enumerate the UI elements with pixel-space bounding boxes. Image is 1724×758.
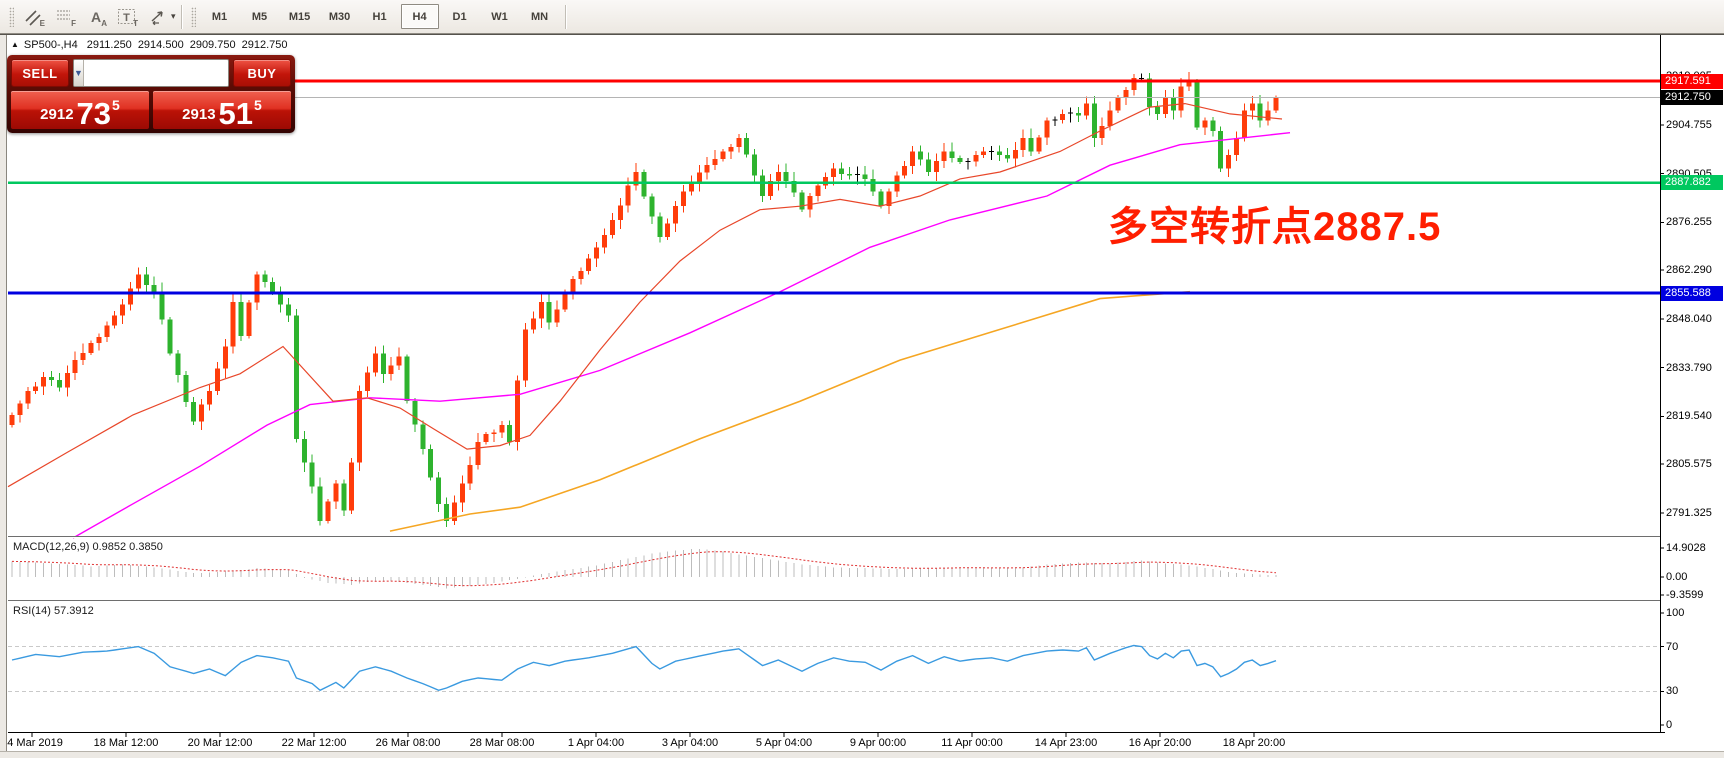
price-axis-label: 2819.540 bbox=[1666, 410, 1712, 422]
time-axis-label: 22 Mar 12:00 bbox=[282, 737, 347, 749]
macd-indicator-label: MACD(12,26,9) 0.9852 0.3850 bbox=[13, 541, 163, 553]
time-axis-label: 9 Apr 00:00 bbox=[850, 737, 906, 749]
volume-decrease-button[interactable]: ▼ bbox=[74, 60, 84, 86]
buy-price-sup: 5 bbox=[254, 97, 262, 113]
price-tag: 2887.882 bbox=[1661, 175, 1723, 190]
window-bottom-edge bbox=[0, 751, 1724, 758]
buy-price-prefix: 2913 bbox=[182, 106, 215, 123]
chart-annotation-text: 多空转折点2887.5 bbox=[1108, 194, 1441, 252]
symbol-period-label: SP500-,H4 bbox=[24, 39, 78, 51]
macd-scale-label: 0.00 bbox=[1666, 571, 1687, 583]
fibonacci-tool-icon[interactable]: F bbox=[50, 3, 79, 30]
time-axis-label: 28 Mar 08:00 bbox=[470, 737, 535, 749]
price-axis-label: 2904.755 bbox=[1666, 119, 1712, 131]
chart-ohlc-header: ▲ SP500-,H4 2911.250 2914.500 2909.750 2912.7… bbox=[11, 39, 293, 51]
close-value: 2912.750 bbox=[242, 39, 288, 51]
toolbar-separator bbox=[565, 5, 566, 29]
price-axis-label: 2876.255 bbox=[1666, 216, 1712, 228]
time-axis-label: 20 Mar 12:00 bbox=[188, 737, 253, 749]
time-axis-label: 18 Mar 12:00 bbox=[94, 737, 159, 749]
timeframe-button-m30[interactable]: M30 bbox=[321, 4, 359, 29]
label-tool-icon[interactable]: TT bbox=[112, 3, 141, 30]
time-axis-label: 1 Apr 04:00 bbox=[568, 737, 624, 749]
macd-scale-label: 14.9028 bbox=[1666, 542, 1706, 554]
timeframe-button-m5[interactable]: M5 bbox=[241, 4, 279, 29]
rsi-scale-label: 30 bbox=[1666, 685, 1678, 697]
timeframe-button-d1[interactable]: D1 bbox=[441, 4, 479, 29]
arrows-tool-icon[interactable] bbox=[143, 3, 172, 30]
open-value: 2911.250 bbox=[87, 39, 132, 51]
equidistant-channel-tool-letter: E bbox=[40, 19, 45, 28]
price-axis-label: 2833.790 bbox=[1666, 362, 1712, 374]
label-tool-letter: T bbox=[133, 19, 138, 28]
sell-button[interactable]: SELL bbox=[11, 59, 69, 87]
price-tag: 2917.591 bbox=[1661, 74, 1723, 89]
sell-price-prefix: 2912 bbox=[40, 106, 73, 123]
high-value: 2914.500 bbox=[138, 39, 184, 51]
rsi-line bbox=[12, 646, 1276, 691]
collapse-panel-arrow-icon[interactable]: ▲ bbox=[11, 40, 19, 49]
text-tool-icon[interactable]: AA bbox=[81, 3, 110, 30]
text-tool-letter: A bbox=[101, 19, 107, 28]
macd-scale-label: -9.3599 bbox=[1666, 589, 1703, 601]
rsi-indicator-label: RSI(14) 57.3912 bbox=[13, 605, 94, 617]
time-axis-label: 14 Mar 2019 bbox=[1, 737, 63, 749]
sell-price-button[interactable]: 2912 73 5 bbox=[11, 91, 149, 129]
time-axis-label: 26 Mar 08:00 bbox=[376, 737, 441, 749]
rsi-scale-label: 100 bbox=[1666, 607, 1684, 619]
timeframe-button-mn[interactable]: MN bbox=[521, 4, 559, 29]
timeframe-button-m1[interactable]: M1 bbox=[201, 4, 239, 29]
time-axis-label: 18 Apr 20:00 bbox=[1223, 737, 1285, 749]
svg-text:A: A bbox=[90, 9, 100, 25]
fibonacci-tool-letter: F bbox=[71, 19, 76, 28]
low-value: 2909.750 bbox=[190, 39, 236, 51]
time-axis-label: 16 Apr 20:00 bbox=[1129, 737, 1191, 749]
timeframe-button-w1[interactable]: W1 bbox=[481, 4, 519, 29]
sell-price-big: 73 bbox=[77, 100, 111, 127]
ma-slow-line bbox=[390, 292, 1190, 531]
one-click-trading-panel: SELL ▼ ▲ BUY 2912 73 5 2913 51 5 bbox=[7, 55, 295, 133]
buy-button[interactable]: BUY bbox=[233, 59, 291, 87]
toolbar-separator bbox=[181, 5, 182, 29]
svg-text:T: T bbox=[123, 12, 130, 24]
timeframe-button-h4[interactable]: H4 bbox=[401, 4, 439, 29]
time-axis-label: 3 Apr 04:00 bbox=[662, 737, 718, 749]
toolbar-drag-handle[interactable] bbox=[191, 7, 196, 27]
ma-fast-line bbox=[8, 104, 1282, 487]
timeframe-button-h1[interactable]: H1 bbox=[361, 4, 399, 29]
price-axis-label: 2805.575 bbox=[1666, 458, 1712, 470]
toolbar-drag-handle[interactable] bbox=[9, 7, 14, 27]
time-axis-label: 14 Apr 23:00 bbox=[1035, 737, 1097, 749]
time-axis-label: 5 Apr 04:00 bbox=[756, 737, 812, 749]
price-tag: 2855.588 bbox=[1661, 286, 1723, 301]
price-axis-label: 2862.290 bbox=[1666, 264, 1712, 276]
rsi-scale-label: 70 bbox=[1666, 641, 1678, 653]
rsi-value: 57.3912 bbox=[54, 605, 94, 617]
buy-price-button[interactable]: 2913 51 5 bbox=[153, 91, 291, 129]
rsi-scale-label: 0 bbox=[1666, 719, 1672, 731]
price-tag: 2912.750 bbox=[1661, 90, 1723, 105]
timeframe-button-m15[interactable]: M15 bbox=[281, 4, 319, 29]
price-axis-label: 2791.325 bbox=[1666, 507, 1712, 519]
volume-stepper: ▼ ▲ bbox=[73, 59, 229, 87]
drawing-tools-group: EFAATT bbox=[18, 3, 173, 30]
volume-input[interactable] bbox=[84, 60, 229, 86]
window-left-edge bbox=[0, 35, 7, 751]
price-axis-label: 2848.040 bbox=[1666, 313, 1712, 325]
macd-values: 0.9852 0.3850 bbox=[92, 541, 162, 553]
buy-price-big: 51 bbox=[219, 100, 253, 127]
time-axis-label: 11 Apr 00:00 bbox=[941, 737, 1003, 749]
toolbar: EFAATT ▾ M1M5M15M30H1H4D1W1MN bbox=[0, 0, 1724, 34]
candles-layer bbox=[10, 72, 1279, 527]
macd-histogram bbox=[12, 549, 1276, 588]
sell-price-sup: 5 bbox=[112, 97, 120, 113]
equidistant-channel-tool-icon[interactable]: E bbox=[19, 3, 48, 30]
timeframes-group: M1M5M15M30H1H4D1W1MN bbox=[200, 4, 560, 29]
window-border bbox=[0, 34, 1724, 35]
